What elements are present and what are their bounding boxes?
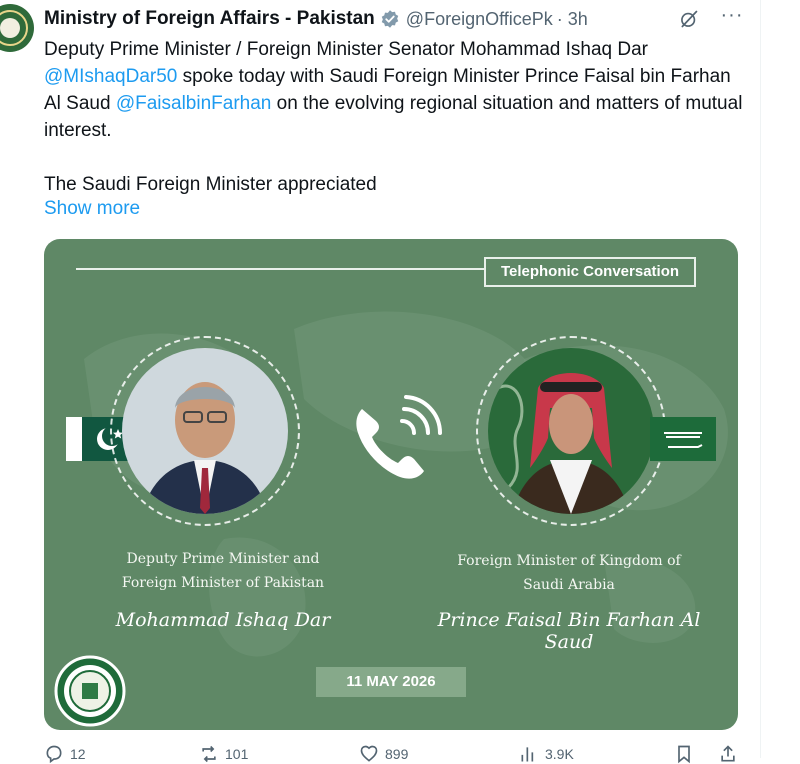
like-icon: [360, 745, 378, 762]
right-caption-line: Foreign Minister of Kingdom of: [457, 553, 681, 569]
tweet-text-part: Deputy Prime Minister / Foreign Minister…: [44, 39, 649, 60]
tweet-text: Deputy Prime Minister / Foreign Minister…: [44, 36, 744, 198]
ministry-emblem-icon: [54, 655, 126, 727]
reply-icon: [46, 745, 62, 764]
right-person-name-line: Prince Faisal Bin Farhan Al: [437, 609, 701, 631]
mention-link[interactable]: @MIshaqDar50: [44, 66, 177, 87]
header-rule: [76, 268, 484, 270]
mention-link[interactable]: @FaisalbinFarhan: [116, 93, 272, 114]
left-caption-line: Deputy Prime Minister and: [126, 551, 320, 567]
left-caption-line: Foreign Minister of Pakistan: [121, 575, 325, 591]
like-count: 899: [385, 746, 409, 762]
avatar-seal: [0, 18, 20, 38]
phone-icon: [356, 395, 443, 479]
tweet-timestamp[interactable]: · 3h: [557, 9, 588, 30]
tweet-text-paragraph: The Saudi Foreign Minister appreciated: [44, 174, 377, 195]
portrait-frame-pakistan: [110, 336, 300, 526]
account-name[interactable]: Ministry of Foreign Affairs - Pakistan: [44, 8, 375, 30]
repost-count: 101: [225, 746, 249, 762]
column-divider: [760, 0, 761, 758]
like-button[interactable]: 899: [359, 744, 408, 764]
verified-badge-icon: [381, 10, 399, 28]
left-caption: Deputy Prime Minister and Foreign Minist…: [94, 547, 352, 595]
bookmark-icon: [678, 745, 690, 764]
share-button[interactable]: [718, 744, 738, 764]
tweet-actions: 12 101 899 3.9K: [44, 744, 744, 764]
right-person-name-line: Saud: [544, 631, 594, 653]
more-icon[interactable]: ···: [720, 5, 744, 30]
views-count: 3.9K: [545, 746, 574, 762]
date-badge: 11 MAY 2026: [316, 667, 466, 697]
share-icon: [721, 745, 735, 762]
views-button[interactable]: 3.9K: [519, 744, 574, 764]
repost-button[interactable]: 101: [199, 744, 248, 764]
grok-icon[interactable]: [679, 9, 699, 29]
tweet-header: Ministry of Foreign Affairs - Pakistan @…: [44, 6, 588, 32]
bookmark-button[interactable]: [674, 744, 694, 764]
left-person-name: Mohammad Ishaq Dar: [115, 609, 331, 631]
portrait-ishaq-dar: [122, 348, 288, 514]
saudi-flag-icon: [650, 417, 716, 461]
account-handle[interactable]: @ForeignOfficePk: [406, 9, 553, 30]
portrait-faisal-bin-farhan: [488, 348, 654, 514]
show-more-link[interactable]: Show more: [44, 198, 140, 220]
reply-button[interactable]: 12: [44, 744, 86, 764]
right-caption: Foreign Minister of Kingdom of Saudi Ara…: [434, 549, 704, 597]
reply-count: 12: [70, 746, 86, 762]
card-heading: Telephonic Conversation: [484, 257, 696, 287]
tweet-image-card[interactable]: Telephonic Conversation Deputy Prime Min…: [44, 239, 738, 730]
repost-icon: [202, 745, 216, 763]
account-avatar[interactable]: [0, 4, 34, 52]
right-person-name: Prince Faisal Bin Farhan Al Saud: [434, 609, 704, 653]
views-icon: [521, 747, 534, 762]
right-caption-line: Saudi Arabia: [523, 577, 615, 593]
portrait-frame-saudi: [476, 336, 666, 526]
